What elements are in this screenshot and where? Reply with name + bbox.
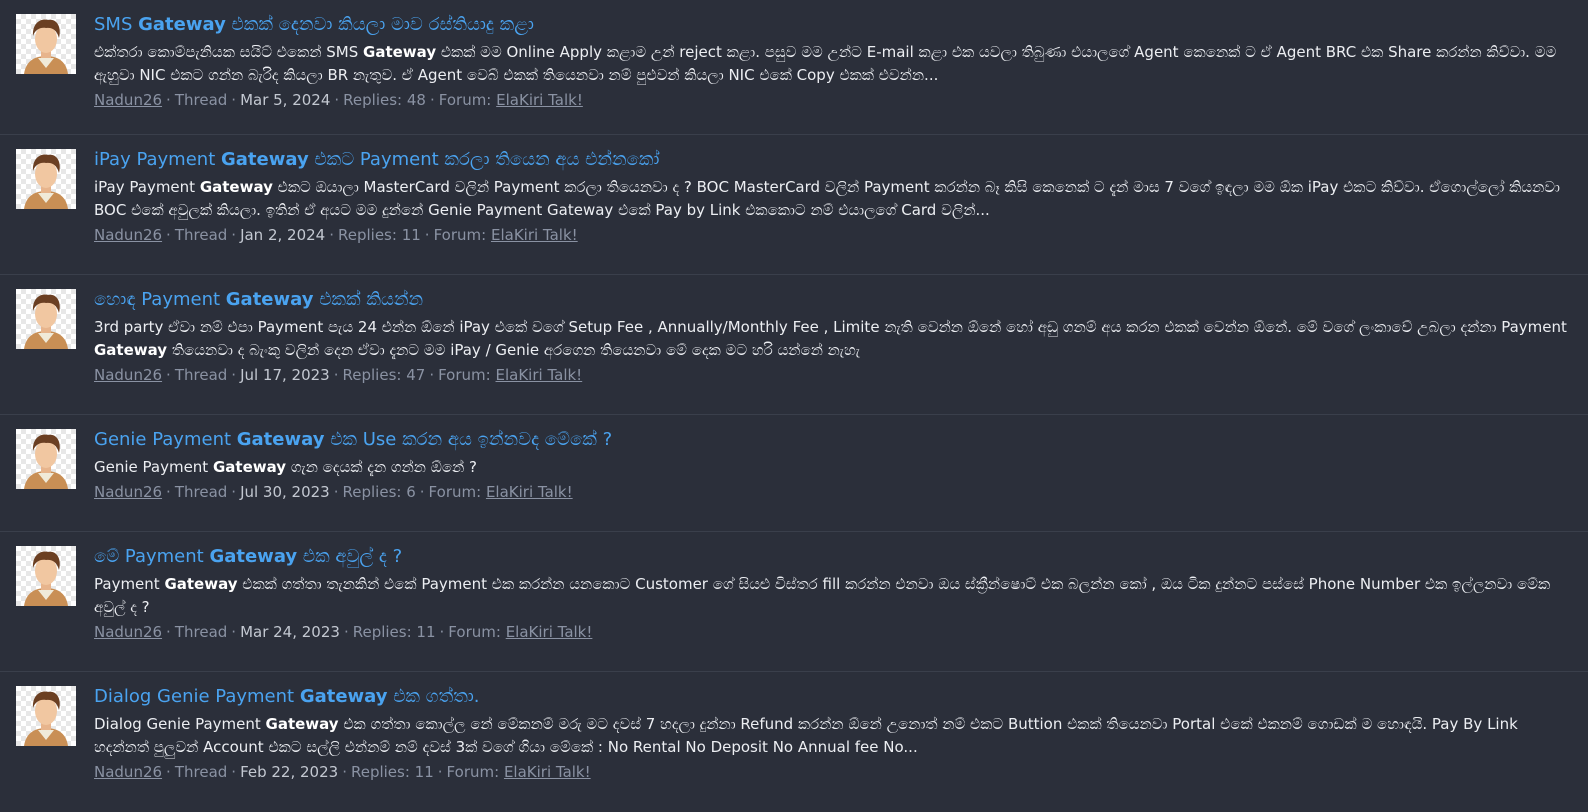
forum-label: Forum:	[433, 226, 487, 244]
list-item: හොඳ Payment Gateway එකක් කියන්න 3rd part…	[0, 275, 1588, 415]
thread-title-link[interactable]: Genie Payment Gateway එක Use කරන අය ඉන්න…	[94, 428, 612, 452]
reply-count: Replies: 11	[338, 226, 421, 244]
content-type: Thread	[174, 763, 228, 781]
default-avatar-icon	[24, 551, 68, 606]
thread-title-link[interactable]: මේ Payment Gateway එක අවුල් ද ?	[94, 545, 402, 569]
thread-snippet: iPay Payment Gateway එකට ඔයාලා MasterCar…	[94, 178, 1560, 219]
content-type: Thread	[174, 483, 228, 501]
default-avatar-icon	[24, 691, 68, 746]
post-date: Jul 17, 2023	[240, 366, 330, 384]
content-type: Thread	[174, 91, 228, 109]
list-item: Dialog Genie Payment Gateway එක ගත්තා. D…	[0, 672, 1588, 812]
forum-label: Forum:	[446, 763, 500, 781]
avatar[interactable]	[16, 14, 76, 74]
reply-count: Replies: 6	[342, 483, 416, 501]
post-date: Jul 30, 2023	[240, 483, 330, 501]
list-item: Genie Payment Gateway එක Use කරන අය ඉන්න…	[0, 415, 1588, 532]
thread-title-link[interactable]: හොඳ Payment Gateway එකක් කියන්න	[94, 288, 423, 312]
default-avatar-icon	[24, 154, 68, 209]
thread-snippet: Dialog Genie Payment Gateway එක ගත්තා කො…	[94, 715, 1518, 756]
default-avatar-icon	[24, 434, 68, 489]
thread-title-link[interactable]: iPay Payment Gateway එකට Payment කරලා ති…	[94, 148, 659, 172]
default-avatar-icon	[24, 294, 68, 349]
reply-count: Replies: 47	[342, 366, 426, 384]
author-link[interactable]: Nadun26	[94, 226, 162, 244]
content-type: Thread	[174, 226, 228, 244]
list-item: මේ Payment Gateway එක අවුල් ද ? Payment …	[0, 532, 1588, 672]
thread-meta: Nadun26 · Thread · Mar 24, 2023 · Replies: 11 ·…	[94, 623, 593, 641]
thread-snippet: Payment Gateway එකක් ගත්තා තැනකින් එකේ P…	[94, 575, 1551, 616]
forum-link[interactable]: ElaKiri Talk!	[496, 91, 583, 109]
forum-label: Forum:	[438, 91, 492, 109]
avatar[interactable]	[16, 149, 76, 209]
reply-count: Replies: 11	[352, 623, 436, 641]
post-date: Mar 5, 2024	[240, 91, 331, 109]
reply-count: Replies: 11	[350, 763, 434, 781]
forum-label: Forum:	[448, 623, 501, 641]
forum-link[interactable]: ElaKiri Talk!	[491, 226, 578, 244]
forum-label: Forum:	[428, 483, 482, 501]
reply-count: Replies: 48	[343, 91, 426, 109]
search-results-list: SMS Gateway එකක් දෙනවා කියලා මාව රස්තියා…	[0, 0, 1588, 812]
author-link[interactable]: Nadun26	[94, 366, 162, 384]
thread-title-link[interactable]: SMS Gateway එකක් දෙනවා කියලා මාව රස්තියා…	[94, 13, 534, 37]
post-date: Jan 2, 2024	[240, 226, 326, 244]
author-link[interactable]: Nadun26	[94, 623, 162, 641]
forum-link[interactable]: ElaKiri Talk!	[496, 366, 583, 384]
thread-snippet: Genie Payment Gateway ගැන දෙයක් දැන ගන්න…	[94, 458, 477, 476]
author-link[interactable]: Nadun26	[94, 483, 162, 501]
avatar[interactable]	[16, 546, 76, 606]
list-item: iPay Payment Gateway එකට Payment කරලා ති…	[0, 135, 1588, 275]
thread-meta: Nadun26 · Thread · Feb 22, 2023 · Replies: 11 ·…	[94, 763, 591, 781]
post-date: Mar 24, 2023	[240, 623, 340, 641]
thread-meta: Nadun26 · Thread · Jul 17, 2023 · Replies: 47 ·…	[94, 366, 583, 384]
forum-link[interactable]: ElaKiri Talk!	[506, 623, 593, 641]
post-date: Feb 22, 2023	[240, 763, 339, 781]
content-type: Thread	[174, 366, 228, 384]
author-link[interactable]: Nadun26	[94, 763, 162, 781]
forum-link[interactable]: ElaKiri Talk!	[504, 763, 591, 781]
avatar[interactable]	[16, 686, 76, 746]
list-item: SMS Gateway එකක් දෙනවා කියලා මාව රස්තියා…	[0, 0, 1588, 135]
thread-meta: Nadun26 · Thread · Mar 5, 2024 · Replies: 48 · F…	[94, 91, 583, 109]
thread-snippet: එක්තරා කොම්පැනියක සයිට් එකෙන් SMS Gatewa…	[94, 43, 1557, 84]
forum-link[interactable]: ElaKiri Talk!	[486, 483, 573, 501]
avatar[interactable]	[16, 289, 76, 349]
thread-title-link[interactable]: Dialog Genie Payment Gateway එක ගත්තා.	[94, 685, 480, 709]
thread-snippet: 3rd party ඒවා නම් එපා Payment පැය 24 එන්…	[94, 318, 1567, 359]
content-type: Thread	[174, 623, 228, 641]
thread-meta: Nadun26 · Thread · Jul 30, 2023 · Replies: 6 · F…	[94, 483, 573, 501]
thread-meta: Nadun26 · Thread · Jan 2, 2024 · Replies: 11 · F…	[94, 226, 578, 244]
author-link[interactable]: Nadun26	[94, 91, 162, 109]
avatar[interactable]	[16, 429, 76, 489]
default-avatar-icon	[24, 19, 68, 74]
forum-label: Forum:	[438, 366, 491, 384]
